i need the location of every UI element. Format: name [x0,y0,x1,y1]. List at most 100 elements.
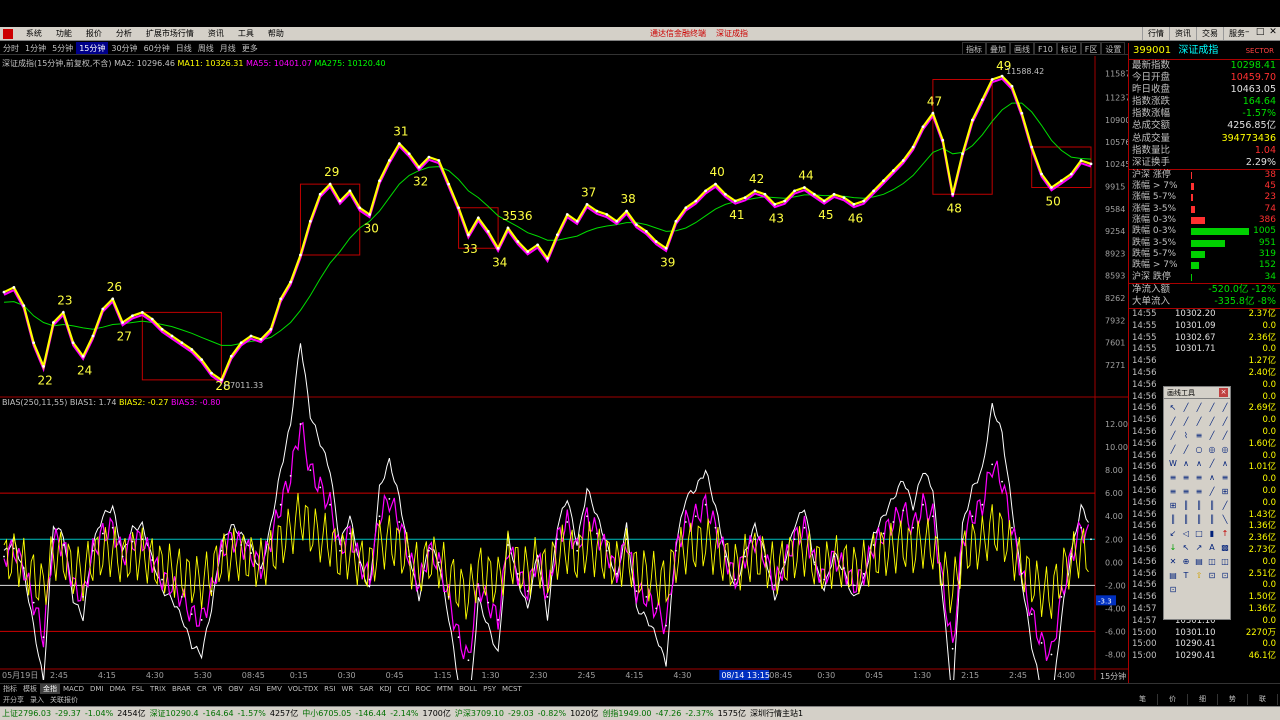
draw-tool-20[interactable]: W [1167,458,1179,470]
draw-tool-28[interactable]: ∧ [1206,472,1218,484]
menu-item-7[interactable]: 帮助 [261,27,291,40]
draw-tool-37[interactable]: ║ [1193,500,1205,512]
draw-tool-9[interactable]: ╱ [1219,416,1231,428]
indicator-tab-3[interactable]: MACD [60,684,87,694]
draw-tool-53[interactable]: A [1206,542,1218,554]
indicator-tab-19[interactable]: CCI [395,684,413,694]
indicator-tab-14[interactable]: VOL-TDX [285,684,321,694]
drawing-tools-panel[interactable]: 画线工具 × ↖ ╱ ╱ ╱ ╱ ╱ ╱ ╱ ╱ ╱ ╱ ⌇ ≡ ╱ ╱ ╱ ╱ ○ ◎ ◎ W ∧ ∧ ╱ ∧ ≡ ≡ ≡ ∧ ≡ ≡ ≡ ≡… [1163,386,1231,620]
indicator-tab-6[interactable]: FSL [129,684,147,694]
draw-tool-49[interactable]: ↑ [1219,528,1231,540]
draw-tool-10[interactable]: ╱ [1167,430,1179,442]
indicator-tab-7[interactable]: TRIX [147,684,169,694]
draw-tool-45[interactable]: ↙ [1167,528,1179,540]
draw-tool-31[interactable]: ≡ [1180,486,1192,498]
indicator-tab-9[interactable]: CR [194,684,210,694]
draw-tool-27[interactable]: ≡ [1193,472,1205,484]
period-tab-0[interactable]: 分时 [0,42,22,54]
draw-tool-41[interactable]: ║ [1180,514,1192,526]
menu-center-item-0[interactable]: 通达信金融终端 [650,29,706,38]
draw-tool-64[interactable]: ⊡ [1219,570,1231,582]
menu-item-1[interactable]: 功能 [49,27,79,40]
indicator-tab-12[interactable]: ASI [246,684,263,694]
quote-tab-1[interactable]: 价 [1158,694,1188,705]
draw-tool-59[interactable]: ◫ [1219,556,1231,568]
period-tab-3[interactable]: 15分钟 [76,42,109,54]
draw-tool-5[interactable]: ╱ [1167,416,1179,428]
draw-tool-40[interactable]: ║ [1167,514,1179,526]
draw-tool-55[interactable]: ✕ [1167,556,1179,568]
tool-button-3[interactable]: F10 [1034,42,1057,54]
draw-tool-43[interactable]: ║ [1206,514,1218,526]
menu-right-item-0[interactable]: 行情 [1142,27,1169,40]
sub-tab-0[interactable]: 开分享 [0,695,27,705]
menu-item-6[interactable]: 工具 [231,27,261,40]
tool-button-1[interactable]: 叠加 [986,42,1010,54]
kline-chart[interactable]: 222324262728293031323334353637 3839404142… [0,56,1128,680]
indicator-tab-0[interactable]: 指标 [0,684,20,694]
indicator-tab-5[interactable]: DMA [106,684,128,694]
indicator-tab-23[interactable]: PSY [480,684,499,694]
draw-tool-21[interactable]: ∧ [1180,458,1192,470]
menu-item-5[interactable]: 资讯 [201,27,231,40]
indicator-tab-4[interactable]: DMI [87,684,107,694]
draw-tool-65[interactable]: ⊡ [1167,584,1179,596]
quote-tab-3[interactable]: 势 [1218,694,1248,705]
draw-tool-48[interactable]: ▮ [1206,528,1218,540]
draw-tool-56[interactable]: ⊕ [1180,556,1192,568]
draw-tool-2[interactable]: ╱ [1193,402,1205,414]
period-tab-2[interactable]: 5分钟 [49,42,76,54]
draw-tool-29[interactable]: ≡ [1219,472,1231,484]
period-tab-4[interactable]: 30分钟 [108,42,140,54]
indicator-tab-2[interactable]: 金指 [40,684,60,694]
menu-item-0[interactable]: 系统 [19,27,49,40]
draw-tool-19[interactable]: ◎ [1219,444,1231,456]
draw-tool-1[interactable]: ╱ [1180,402,1192,414]
draw-tool-18[interactable]: ◎ [1206,444,1218,456]
draw-tool-60[interactable]: ▤ [1167,570,1179,582]
draw-tool-42[interactable]: ║ [1193,514,1205,526]
draw-tool-4[interactable]: ╱ [1219,402,1231,414]
menu-item-2[interactable]: 报价 [79,27,109,40]
tool-button-5[interactable]: F区 [1080,42,1102,54]
draw-tool-12[interactable]: ≡ [1193,430,1205,442]
sub-tab-2[interactable]: 关联报价 [47,695,81,705]
indicator-tab-18[interactable]: KDJ [377,684,395,694]
period-tab-5[interactable]: 60分钟 [141,42,173,54]
draw-tool-33[interactable]: ╱ [1206,486,1218,498]
tool-button-2[interactable]: 画线 [1010,42,1034,54]
draw-tool-8[interactable]: ╱ [1206,416,1218,428]
draw-tool-38[interactable]: ║ [1206,500,1218,512]
menu-item-4[interactable]: 扩展市场行情 [139,27,201,40]
draw-tool-57[interactable]: ▤ [1193,556,1205,568]
period-tab-7[interactable]: 周线 [195,42,217,54]
indicator-tab-8[interactable]: BRAR [169,684,194,694]
draw-tool-63[interactable]: ⊡ [1206,570,1218,582]
draw-tool-32[interactable]: ≡ [1193,486,1205,498]
period-tab-6[interactable]: 日线 [173,42,195,54]
draw-tool-52[interactable]: ↗ [1193,542,1205,554]
draw-tool-51[interactable]: ↖ [1180,542,1192,554]
draw-tool-14[interactable]: ╱ [1219,430,1231,442]
draw-tool-44[interactable]: ╲ [1219,514,1231,526]
draw-tool-24[interactable]: ∧ [1219,458,1231,470]
draw-tool-30[interactable]: ≡ [1167,486,1179,498]
period-indicator[interactable]: 15分钟 [1100,671,1126,682]
indicator-tab-21[interactable]: MTM [434,684,456,694]
minimize-icon[interactable]: – [1242,27,1252,37]
sub-tab-1[interactable]: 录入 [27,695,47,705]
draw-tool-7[interactable]: ╱ [1193,416,1205,428]
draw-tool-39[interactable]: ╱ [1219,500,1231,512]
indicator-tab-1[interactable]: 模板 [20,684,40,694]
draw-tool-22[interactable]: ∧ [1193,458,1205,470]
tool-button-6[interactable]: 设置 [1101,42,1126,54]
draw-tool-16[interactable]: ╱ [1180,444,1192,456]
draw-tool-25[interactable]: ≡ [1167,472,1179,484]
draw-tool-26[interactable]: ≡ [1180,472,1192,484]
indicator-tab-15[interactable]: RSI [321,684,338,694]
draw-tool-23[interactable]: ╱ [1206,458,1218,470]
draw-tool-17[interactable]: ○ [1193,444,1205,456]
indicator-tab-16[interactable]: WR [339,684,357,694]
period-tab-8[interactable]: 月线 [217,42,239,54]
draw-tool-6[interactable]: ╱ [1180,416,1192,428]
